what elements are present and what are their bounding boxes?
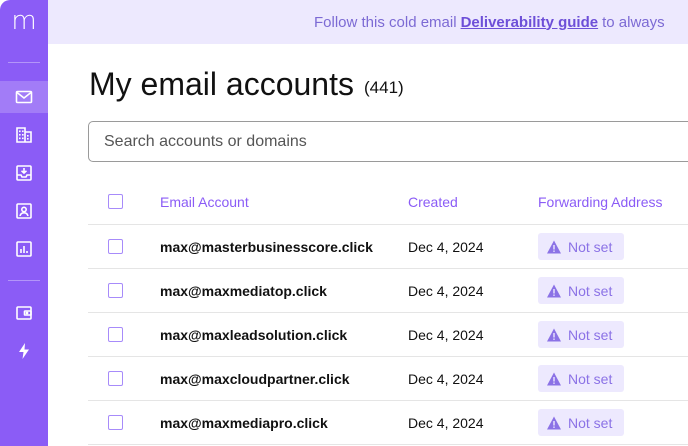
sidebar-divider bbox=[8, 280, 40, 281]
app-logo[interactable]: m bbox=[0, 6, 48, 36]
forwarding-cell: Not set bbox=[538, 357, 625, 400]
forwarding-cell: Not set bbox=[538, 225, 625, 268]
table-header-row: Email Account Created Forwarding Address bbox=[88, 180, 688, 225]
forwarding-status-badge[interactable]: Not set bbox=[538, 277, 625, 304]
sidebar-item-inbox[interactable] bbox=[0, 157, 48, 189]
sidebar: m bbox=[0, 0, 48, 446]
forwarding-cell: Not set bbox=[538, 401, 625, 444]
created-date-cell: Dec 4, 2024 bbox=[408, 282, 484, 299]
forwarding-status-badge[interactable]: Not set bbox=[538, 365, 625, 392]
email-account-cell[interactable]: max@maxmediatop.click bbox=[160, 269, 327, 312]
email-account-cell[interactable]: max@maxcloudpartner.click bbox=[160, 357, 350, 400]
sidebar-divider bbox=[8, 62, 40, 63]
select-all-checkbox[interactable] bbox=[108, 194, 123, 209]
deliverability-guide-link[interactable]: Deliverability guide bbox=[461, 14, 599, 31]
created-date-cell: Dec 4, 2024 bbox=[408, 370, 484, 387]
sidebar-item-email-accounts[interactable] bbox=[0, 81, 48, 113]
account-count: (441) bbox=[364, 78, 404, 97]
sidebar-item-contacts[interactable] bbox=[0, 195, 48, 227]
created-date-cell: Dec 4, 2024 bbox=[408, 238, 484, 255]
sidebar-item-domains[interactable] bbox=[0, 119, 48, 151]
forwarding-status-badge[interactable]: Not set bbox=[538, 409, 625, 436]
warning-icon bbox=[547, 284, 561, 297]
row-checkbox[interactable] bbox=[108, 371, 123, 386]
table-row[interactable]: max@maxmediapro.click Dec 4, 2024 Not se… bbox=[88, 401, 688, 445]
forwarding-status-badge[interactable]: Not set bbox=[538, 321, 625, 348]
email-account-cell[interactable]: max@masterbusinesscore.click bbox=[160, 225, 373, 268]
sidebar-item-billing[interactable] bbox=[0, 297, 48, 329]
forwarding-status-label: Not set bbox=[568, 326, 613, 343]
forwarding-status-label: Not set bbox=[568, 238, 613, 255]
contact-card-icon bbox=[16, 203, 32, 219]
email-account-cell[interactable]: max@maxleadsolution.click bbox=[160, 313, 347, 356]
warning-icon bbox=[547, 416, 561, 429]
column-header-email[interactable]: Email Account bbox=[160, 180, 249, 224]
search-input[interactable] bbox=[88, 121, 688, 162]
created-date-cell: Dec 4, 2024 bbox=[408, 414, 484, 431]
wallet-icon bbox=[16, 306, 32, 320]
forwarding-cell: Not set bbox=[538, 269, 625, 312]
bar-chart-icon bbox=[16, 241, 32, 257]
row-checkbox[interactable] bbox=[108, 239, 123, 254]
forwarding-status-badge[interactable]: Not set bbox=[538, 233, 625, 260]
email-account-cell[interactable]: max@maxmediapro.click bbox=[160, 401, 328, 444]
banner-text: Follow this cold email bbox=[314, 13, 457, 31]
sidebar-item-integrations[interactable] bbox=[0, 335, 48, 367]
table-row[interactable]: max@masterbusinesscore.click Dec 4, 2024… bbox=[88, 225, 688, 269]
table-row[interactable]: max@maxmediatop.click Dec 4, 2024 Not se… bbox=[88, 269, 688, 313]
inbox-download-icon bbox=[16, 165, 32, 181]
banner-text-suffix: to always bbox=[602, 13, 665, 31]
forwarding-status-label: Not set bbox=[568, 414, 613, 431]
page-title: My email accounts bbox=[89, 66, 354, 102]
forwarding-status-label: Not set bbox=[568, 282, 613, 299]
warning-icon bbox=[547, 240, 561, 253]
column-header-created[interactable]: Created bbox=[408, 180, 458, 224]
table-row[interactable]: max@maxleadsolution.click Dec 4, 2024 No… bbox=[88, 313, 688, 357]
sidebar-item-analytics[interactable] bbox=[0, 233, 48, 265]
warning-icon bbox=[547, 328, 561, 341]
row-checkbox[interactable] bbox=[108, 327, 123, 342]
building-icon bbox=[16, 127, 32, 143]
row-checkbox[interactable] bbox=[108, 415, 123, 430]
column-header-forwarding[interactable]: Forwarding Address bbox=[538, 180, 663, 224]
row-checkbox[interactable] bbox=[108, 283, 123, 298]
forwarding-status-label: Not set bbox=[568, 370, 613, 387]
deliverability-banner: Follow this cold email Deliverability gu… bbox=[48, 0, 688, 44]
table-row[interactable]: max@maxcloudpartner.click Dec 4, 2024 No… bbox=[88, 357, 688, 401]
accounts-table: Email Account Created Forwarding Address… bbox=[88, 180, 688, 445]
created-date-cell: Dec 4, 2024 bbox=[408, 326, 484, 343]
warning-icon bbox=[547, 372, 561, 385]
lightning-icon bbox=[19, 343, 29, 359]
forwarding-cell: Not set bbox=[538, 313, 625, 356]
mail-icon bbox=[15, 90, 33, 104]
